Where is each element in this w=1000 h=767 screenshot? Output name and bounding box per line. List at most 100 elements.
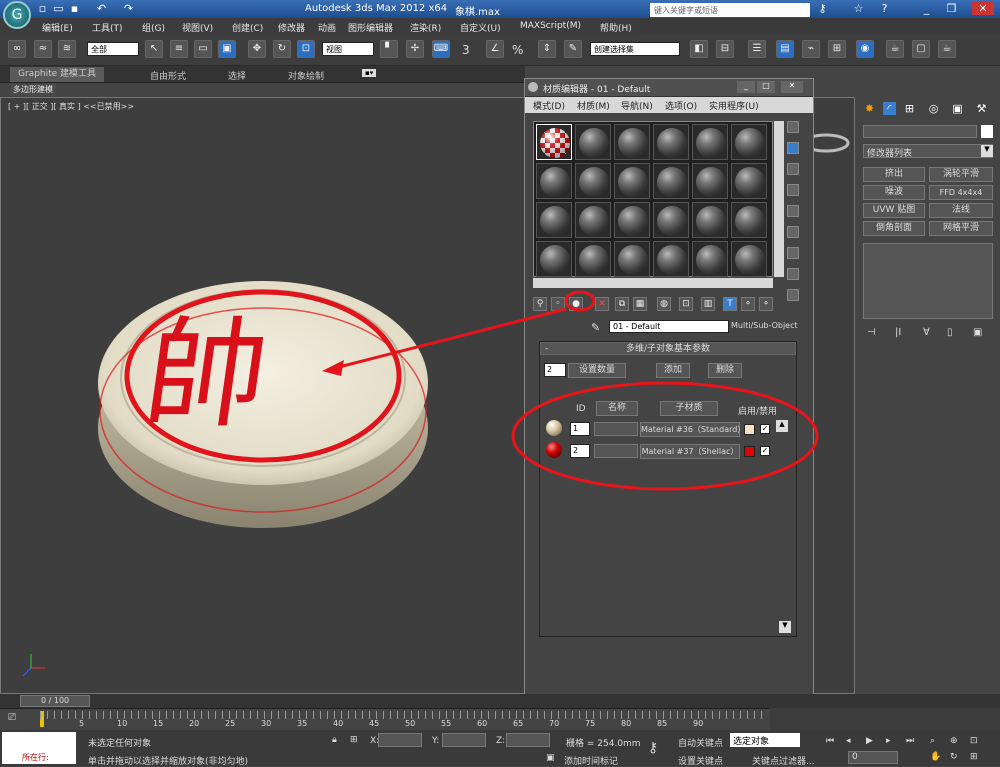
- orbit-icon[interactable]: ↻: [950, 752, 958, 762]
- reset-map-icon[interactable]: ✕: [595, 297, 609, 311]
- sample-slot[interactable]: [731, 202, 767, 238]
- sample-slot[interactable]: [731, 124, 767, 160]
- maxscript-listener[interactable]: 所在行:: [2, 732, 76, 764]
- sample-slot[interactable]: [536, 202, 572, 238]
- star-icon[interactable]: ☆: [852, 2, 865, 15]
- make-preview-icon[interactable]: [787, 226, 799, 238]
- motion-tab-icon[interactable]: ◎: [927, 102, 940, 115]
- set-key-button[interactable]: 设置关键点: [678, 754, 723, 767]
- mated-close-icon[interactable]: ✕: [781, 81, 803, 93]
- mated-menu-material[interactable]: 材质(M): [577, 99, 610, 112]
- viewport-label[interactable]: [ + ][ 正交 ][ 真实 ] <<已禁用>>: [8, 101, 134, 112]
- pick-from-object-icon[interactable]: ⚬: [759, 297, 773, 311]
- redo-icon[interactable]: ↷: [122, 2, 135, 15]
- material-editor-icon[interactable]: ◉: [856, 40, 874, 58]
- time-slider-thumb[interactable]: 0 / 100: [20, 695, 90, 707]
- options-icon[interactable]: [787, 247, 799, 259]
- background-icon[interactable]: [787, 163, 799, 175]
- x-coordinate-field[interactable]: [378, 733, 422, 747]
- link-icon[interactable]: ∞: [8, 40, 26, 58]
- sample-slot[interactable]: [653, 202, 689, 238]
- menu-modifiers[interactable]: 修改器: [278, 21, 305, 34]
- row2-submaterial-button[interactable]: Material #37（Shellac）: [640, 444, 740, 459]
- menu-graph-editors[interactable]: 图形编辑器: [348, 21, 393, 34]
- go-to-end-icon[interactable]: ⏭: [906, 736, 914, 746]
- row1-submaterial-button[interactable]: Material #36（Standard）: [640, 422, 745, 437]
- sample-slot[interactable]: [614, 241, 650, 277]
- column-submaterial-button[interactable]: 子材质: [660, 401, 718, 416]
- open-icon[interactable]: ▭: [52, 2, 65, 15]
- rollout-scroll-down-icon[interactable]: ▼: [779, 621, 791, 633]
- zoom-icon[interactable]: ⌕: [930, 736, 935, 746]
- sample-slot[interactable]: [653, 163, 689, 199]
- sample-slot[interactable]: [614, 124, 650, 160]
- backlight-icon[interactable]: [787, 142, 799, 154]
- select-object-icon[interactable]: ↖: [145, 40, 163, 58]
- curve-editor-icon[interactable]: ⌁: [802, 40, 820, 58]
- render-production-icon[interactable]: ☕: [938, 40, 956, 58]
- material-name-field[interactable]: 01 - Default: [609, 320, 729, 333]
- close-icon[interactable]: ✕: [972, 2, 994, 15]
- modifier-stack-list[interactable]: [863, 243, 993, 319]
- unlink-icon[interactable]: ≈: [34, 40, 52, 58]
- modifier-noise-button[interactable]: 噪波: [863, 185, 925, 200]
- percent-snap-label[interactable]: %: [512, 43, 523, 57]
- modify-tab-icon[interactable]: ◜: [883, 102, 896, 115]
- row2-id-field[interactable]: 2: [570, 444, 590, 458]
- selection-filter-select[interactable]: 全部: [87, 42, 139, 56]
- uv-tiling-icon[interactable]: [787, 184, 799, 196]
- get-material-icon[interactable]: ⚲: [533, 297, 547, 311]
- slots-vertical-scrollbar[interactable]: [774, 121, 784, 277]
- add-time-tag[interactable]: 添加时间标记: [564, 754, 618, 767]
- sample-slot[interactable]: [653, 124, 689, 160]
- show-end-result-icon[interactable]: ▥: [701, 297, 715, 311]
- current-frame-field[interactable]: 0: [848, 751, 898, 764]
- snap-toggle-label[interactable]: 3: [462, 43, 470, 57]
- eyedropper-icon[interactable]: ✎: [591, 321, 600, 334]
- display-tab-icon[interactable]: ▣: [951, 102, 964, 115]
- menu-maxscript[interactable]: MAXScript(M): [520, 21, 581, 31]
- sample-slot[interactable]: [692, 163, 728, 199]
- mated-minimize-icon[interactable]: _: [737, 81, 755, 93]
- layer-manager-icon[interactable]: ☰: [748, 40, 766, 58]
- pivot-icon[interactable]: ▘: [380, 40, 398, 58]
- time-tag-icon[interactable]: ▣: [546, 753, 555, 763]
- tab-object-paint[interactable]: 对象绘制: [288, 69, 324, 82]
- chess-piece[interactable]: 帥: [98, 281, 428, 528]
- next-frame-icon[interactable]: ▸: [886, 736, 891, 746]
- material-id-channel-icon[interactable]: ◍: [657, 297, 671, 311]
- minimize-icon[interactable]: _: [920, 2, 933, 15]
- sample-slot[interactable]: [692, 124, 728, 160]
- set-count-field[interactable]: 2: [544, 363, 566, 377]
- utilities-tab-icon[interactable]: ⚒: [975, 102, 988, 115]
- edit-named-sets-icon[interactable]: ✎: [564, 40, 582, 58]
- modifier-extrude-button[interactable]: 挤出: [863, 167, 925, 182]
- scale-icon[interactable]: ⊡: [297, 40, 315, 58]
- select-by-material-icon[interactable]: [787, 268, 799, 280]
- tab-selection[interactable]: 选择: [228, 69, 246, 82]
- ribbon-options-icon[interactable]: ▪▾: [362, 69, 377, 77]
- lock-icon[interactable]: 🔒︎: [332, 735, 337, 745]
- show-end-result-stack-icon[interactable]: |I: [895, 327, 901, 338]
- sample-slot[interactable]: [536, 163, 572, 199]
- column-name-button[interactable]: 名称: [596, 401, 638, 416]
- sub-tab-polygon-modeling[interactable]: 多边形建模: [10, 84, 56, 96]
- object-color-swatch[interactable]: [981, 125, 993, 138]
- row2-enable-checkbox[interactable]: ✓: [760, 446, 770, 456]
- help-icon[interactable]: ?: [878, 2, 891, 15]
- sample-slot[interactable]: [653, 241, 689, 277]
- mated-maximize-icon[interactable]: □: [757, 81, 775, 93]
- prev-frame-icon[interactable]: ◂: [846, 736, 851, 746]
- go-to-parent-icon[interactable]: T: [723, 297, 737, 311]
- tab-freeform[interactable]: 自由形式: [150, 69, 186, 82]
- auto-key-button[interactable]: 自动关键点: [678, 736, 723, 749]
- sample-slot[interactable]: [536, 241, 572, 277]
- play-icon[interactable]: ▶: [866, 736, 873, 746]
- row2-color-swatch[interactable]: [744, 446, 755, 457]
- slots-horizontal-scrollbar[interactable]: [533, 278, 773, 288]
- menu-views[interactable]: 视图(V): [182, 21, 213, 34]
- show-in-viewport-icon[interactable]: ⊡: [679, 297, 693, 311]
- object-name-field[interactable]: [863, 125, 977, 138]
- restore-icon[interactable]: ❐: [945, 2, 958, 15]
- modifier-uvw-map-button[interactable]: UVW 贴图: [863, 203, 925, 218]
